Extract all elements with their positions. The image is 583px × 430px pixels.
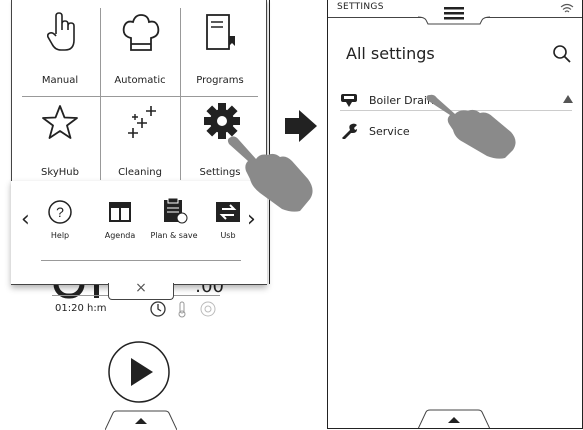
search-icon[interactable] — [552, 44, 572, 64]
tile-programs[interactable]: Programs — [181, 4, 259, 92]
tile-cleaning[interactable]: Cleaning — [101, 96, 179, 184]
close-icon: × — [135, 280, 147, 296]
play-button[interactable] — [107, 340, 171, 404]
next-step-arrow-icon — [285, 110, 317, 142]
quick-item-agenda[interactable]: Agenda — [95, 199, 145, 240]
recipe-book-icon — [206, 14, 235, 50]
gauge-icon — [200, 301, 216, 317]
svg-text:?: ? — [56, 204, 64, 220]
wifi-icon — [560, 3, 574, 13]
tile-label: Programs — [196, 75, 244, 86]
star-icon — [42, 105, 78, 139]
quick-label: Help — [50, 231, 70, 240]
header-title: SETTINGS — [337, 2, 384, 12]
timer-status-icons — [150, 301, 216, 318]
quick-label: Agenda — [104, 231, 136, 240]
quick-item-plan-save[interactable]: Plan & save — [149, 197, 199, 240]
bottom-tab-handle[interactable] — [418, 409, 490, 429]
right-device-screen: SETTINGS All settings Boiler Drain Servi… — [327, 0, 583, 429]
close-panel-tab[interactable]: × — [108, 280, 174, 300]
tile-automatic[interactable]: Automatic — [101, 4, 179, 92]
tile-label: Automatic — [114, 75, 166, 86]
menu-tab[interactable] — [418, 0, 490, 26]
prev-arrow[interactable]: ‹ — [21, 209, 30, 231]
tile-manual[interactable]: Manual — [21, 4, 99, 92]
wrench-icon — [342, 123, 357, 139]
timer-label: 01:20 h:m — [55, 303, 107, 314]
touch-hand-icon — [426, 94, 516, 159]
tile-label: SkyHub — [41, 167, 79, 178]
quick-item-help[interactable]: ? Help — [35, 199, 85, 240]
calendar-icon — [109, 202, 131, 222]
clipboard-icon — [164, 197, 188, 224]
page-title: All settings — [346, 44, 435, 63]
boiler-drain-icon — [341, 94, 357, 107]
touch-hand-icon — [227, 136, 313, 212]
settings-item-label: Service — [369, 124, 410, 138]
tile-skyhub[interactable]: SkyHub — [21, 96, 99, 184]
quick-label: Usb — [220, 231, 236, 240]
hamburger-menu-icon — [444, 7, 464, 20]
bottom-tab-handle[interactable] — [105, 410, 177, 430]
settings-item-service[interactable]: Service — [340, 123, 410, 139]
question-icon: ? — [48, 200, 72, 224]
thermometer-icon — [178, 301, 186, 318]
tile-label: Manual — [41, 75, 79, 86]
hand-pointer-icon — [47, 12, 75, 51]
timer-area: :00 01:20 h:m — [12, 276, 270, 430]
panel-divider — [41, 260, 241, 261]
quick-label: Plan & save — [150, 231, 198, 240]
tile-label: Cleaning — [118, 167, 162, 178]
clock-icon — [150, 301, 166, 317]
sparkles-icon — [128, 106, 156, 138]
chef-hat-icon — [122, 14, 160, 51]
warning-indicator-icon — [563, 95, 573, 103]
